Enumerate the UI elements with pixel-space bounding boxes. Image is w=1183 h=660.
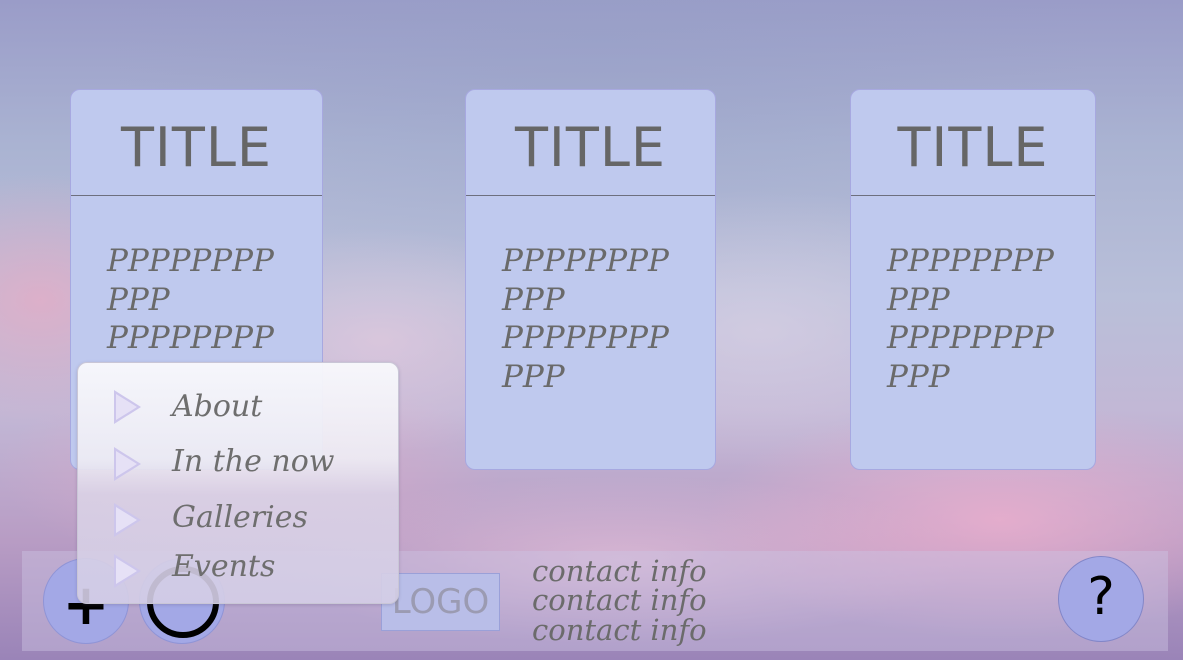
menu-item-in-the-now[interactable]: In the now	[78, 442, 398, 488]
contact-info-line: contact info	[532, 613, 707, 647]
card-text-line: PPP	[502, 281, 565, 318]
menu-item-about[interactable]: About	[78, 385, 398, 431]
help-button[interactable]: ?	[1058, 556, 1144, 642]
menu-item-label: Events	[172, 549, 276, 584]
menu-item-label: About	[172, 389, 263, 424]
play-triangle-icon	[114, 554, 141, 588]
card-text-line: PPPPPPPP	[887, 243, 1054, 279]
card-title: TITLE	[71, 90, 322, 196]
content-card-3: TITLE PPPPPPPP PPP PPPPPPPP PPP	[850, 89, 1096, 470]
menu-item-galleries[interactable]: Galleries	[78, 498, 398, 544]
card-title: TITLE	[466, 90, 715, 196]
card-title: TITLE	[851, 90, 1095, 196]
navigation-menu: About In the now Galleries Events	[77, 362, 399, 604]
contact-info-line: contact info	[532, 554, 707, 588]
content-card-2: TITLE PPPPPPPP PPP PPPPPPPP PPP	[465, 89, 716, 470]
play-triangle-icon	[114, 390, 141, 424]
play-triangle-icon	[114, 503, 141, 537]
question-icon: ?	[1087, 567, 1115, 627]
card-body: PPPPPPPP PPP PPPPPPPP PPP	[851, 196, 1095, 396]
card-body: PPPPPPPP PPP PPPPPPPP	[71, 196, 322, 358]
card-body: PPPPPPPP PPP PPPPPPPP PPP	[466, 196, 715, 396]
card-text-line: PPP	[502, 358, 565, 395]
menu-item-label: Galleries	[172, 500, 308, 535]
card-text-line: PPPPPPPP	[502, 243, 669, 279]
card-text-line: PPP	[887, 358, 950, 395]
card-text-line: PPPPPPPP	[502, 320, 669, 356]
play-triangle-icon	[114, 447, 141, 481]
menu-item-label: In the now	[172, 444, 335, 479]
card-text-line: PPP	[107, 281, 170, 318]
card-text-line: PPPPPPPP	[887, 320, 1054, 356]
card-text-line: PPP	[887, 281, 950, 318]
card-text-line: PPPPPPPP	[107, 320, 274, 356]
menu-item-events[interactable]: Events	[78, 549, 398, 595]
contact-info-line: contact info	[532, 583, 707, 617]
card-text-line: PPPPPPPP	[107, 243, 274, 279]
